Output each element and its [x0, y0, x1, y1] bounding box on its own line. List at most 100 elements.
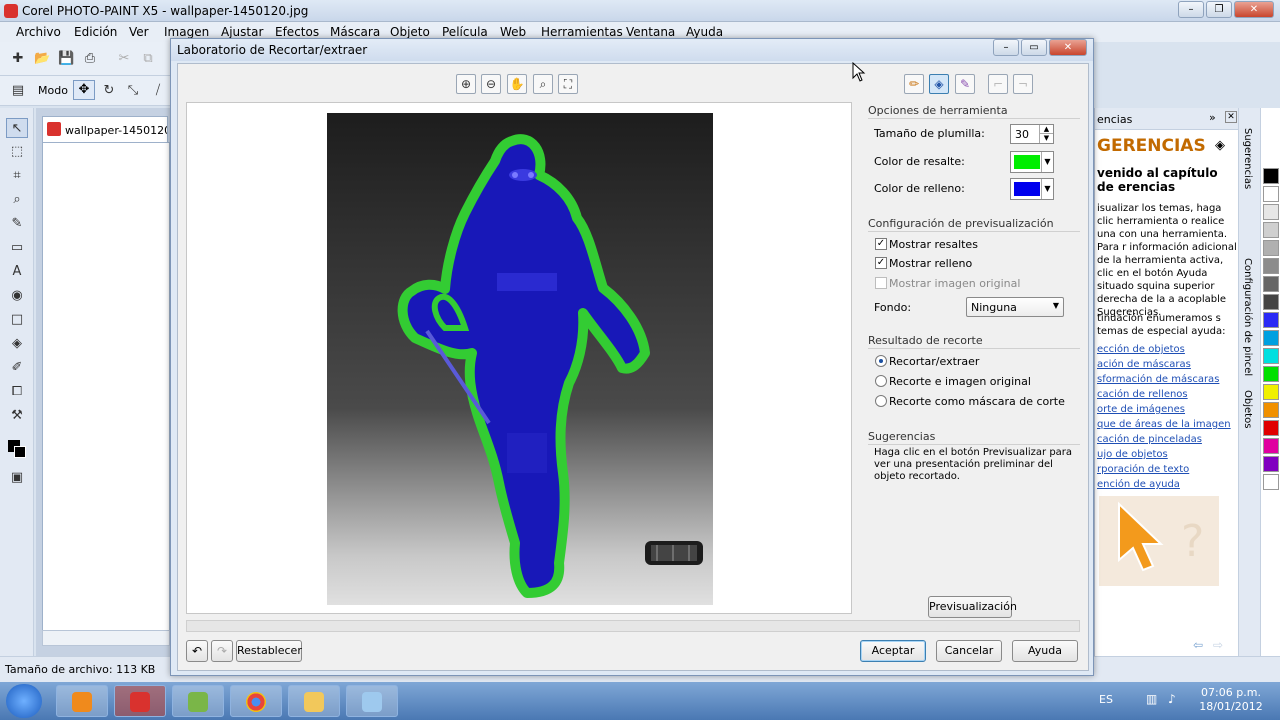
network-icon[interactable]: ▥ — [1146, 692, 1157, 706]
hints-link[interactable]: ección de objetos — [1097, 344, 1185, 355]
menu-mascara[interactable]: Máscara — [330, 25, 380, 39]
crop-extract-radio[interactable] — [875, 355, 887, 367]
red-eye-tool-icon[interactable]: ◉ — [6, 286, 28, 306]
fill-tool-icon[interactable]: ◈ — [6, 334, 28, 354]
preview-pane[interactable] — [186, 102, 852, 614]
text-tool-icon[interactable]: A — [6, 262, 28, 282]
document-tab[interactable]: wallpaper-1450120.jpg — [42, 116, 168, 142]
hints-link[interactable]: ujo de objetos — [1097, 449, 1168, 460]
spinner-down-icon[interactable]: ▼ — [1039, 134, 1053, 143]
tab-sugerencias[interactable]: Sugerencias — [1242, 128, 1253, 189]
eyedropper-tool-icon[interactable]: ✎ — [6, 214, 28, 234]
preview-button[interactable]: Previsualización — [928, 596, 1017, 618]
ok-button[interactable]: Aceptar — [860, 640, 926, 662]
palette-swatch[interactable] — [1263, 204, 1279, 220]
open-file-icon[interactable]: 📂 — [34, 51, 50, 67]
palette-swatch[interactable] — [1263, 438, 1279, 454]
palette-swatch[interactable] — [1263, 348, 1279, 364]
docker-close-icon[interactable]: ✕ — [1225, 111, 1237, 123]
eraser-tool-icon[interactable]: ▭ — [6, 238, 28, 258]
taskbar-corel-draw[interactable] — [172, 685, 224, 717]
effect-tool-icon[interactable]: ⧠ — [6, 382, 28, 402]
hints-link[interactable]: cación de rellenos — [1097, 389, 1188, 400]
back-arrow-icon[interactable]: ⇦ — [1193, 638, 1203, 652]
taskbar-chrome[interactable] — [230, 685, 282, 717]
dialog-minimize-button[interactable]: – — [993, 39, 1019, 56]
taskbar-photo-paint[interactable] — [114, 685, 166, 717]
rectangle-tool-icon[interactable]: □ — [6, 310, 28, 330]
menu-imagen[interactable]: Imagen — [164, 25, 209, 39]
menu-ver[interactable]: Ver — [129, 25, 149, 39]
palette-swatch[interactable] — [1263, 168, 1279, 184]
clock[interactable]: 07:06 p.m. 18/01/2012 — [1196, 686, 1266, 714]
color-swatches-icon[interactable] — [6, 438, 28, 458]
mask-rectangle-tool-icon[interactable]: ⬚ — [6, 142, 28, 162]
menu-ventana[interactable]: Ventana — [626, 25, 675, 39]
crop-and-original-radio[interactable] — [875, 375, 887, 387]
spinner-up-icon[interactable]: ▲ — [1039, 125, 1053, 134]
forward-arrow-icon[interactable]: ⇨ — [1213, 638, 1223, 652]
document-horizontal-scrollbar[interactable] — [42, 630, 170, 646]
help-button[interactable]: Ayuda — [1012, 640, 1078, 662]
save-icon[interactable]: 💾 — [58, 51, 74, 67]
palette-swatch[interactable] — [1263, 420, 1279, 436]
expand-arrows-icon[interactable]: » — [1209, 111, 1216, 124]
document-canvas[interactable] — [42, 142, 170, 632]
zoom-in-icon[interactable]: ⊕ — [456, 74, 476, 94]
close-button[interactable]: ✕ — [1234, 1, 1274, 18]
language-indicator[interactable]: ES — [1099, 693, 1113, 706]
reset-button[interactable]: Restablecer — [236, 640, 302, 662]
menu-herramientas[interactable]: Herramientas — [541, 25, 623, 39]
show-highlights-checkbox[interactable]: ✓ — [875, 238, 887, 250]
background-select[interactable]: Ninguna ▼ — [966, 297, 1064, 317]
preview-horizontal-scrollbar[interactable] — [186, 620, 1080, 632]
detail-brush-add-icon[interactable]: ⌐ — [988, 74, 1008, 94]
minimize-button[interactable]: – — [1178, 1, 1204, 18]
clone-tool-icon[interactable]: ⚒ — [6, 406, 28, 426]
zoom-out-icon[interactable]: ⊖ — [481, 74, 501, 94]
hints-link[interactable]: ación de máscaras — [1097, 359, 1191, 370]
crop-tool-icon[interactable]: ⌗ — [6, 166, 28, 186]
rotate-icon[interactable]: ↻ — [101, 83, 117, 99]
cancel-button[interactable]: Cancelar — [936, 640, 1002, 662]
zoom-tool-icon[interactable]: ⌕ — [6, 190, 28, 210]
palette-swatch[interactable] — [1263, 312, 1279, 328]
highlighter-tool-icon[interactable]: ✏ — [904, 74, 924, 94]
menu-efectos[interactable]: Efectos — [275, 25, 319, 39]
zoom-actual-size-icon[interactable]: ⌕ — [533, 74, 553, 94]
palette-swatch[interactable] — [1263, 240, 1279, 256]
eraser-tool-icon[interactable]: ✎ — [955, 74, 975, 94]
cut-icon[interactable]: ✂ — [116, 51, 132, 67]
scale-icon[interactable]: ⤡ — [125, 83, 141, 99]
pen-size-spinner[interactable]: 30 ▲ ▼ — [1010, 124, 1054, 144]
palette-swatch[interactable] — [1263, 366, 1279, 382]
palette-swatch[interactable] — [1263, 474, 1279, 490]
menu-archivo[interactable]: Archivo — [16, 25, 61, 39]
copy-icon[interactable]: ⧉ — [140, 51, 156, 67]
palette-swatch[interactable] — [1263, 330, 1279, 346]
new-file-icon[interactable]: ✚ — [10, 51, 26, 67]
restore-button[interactable]: ❐ — [1206, 1, 1232, 18]
palette-swatch[interactable] — [1263, 276, 1279, 292]
taskbar-explorer[interactable] — [288, 685, 340, 717]
menu-ajustar[interactable]: Ajustar — [221, 25, 263, 39]
zoom-fit-icon[interactable]: ⛶ — [558, 74, 578, 94]
pick-tool-icon[interactable]: ↖ — [6, 118, 28, 138]
menu-objeto[interactable]: Objeto — [390, 25, 430, 39]
dialog-close-button[interactable]: ✕ — [1049, 39, 1087, 56]
taskbar-media-player[interactable] — [56, 685, 108, 717]
palette-swatch[interactable] — [1263, 222, 1279, 238]
palette-swatch[interactable] — [1263, 258, 1279, 274]
print-icon[interactable]: ⎙ — [82, 51, 98, 67]
taskbar-window[interactable] — [346, 685, 398, 717]
palette-swatch[interactable] — [1263, 186, 1279, 202]
redo-icon[interactable]: ↷ — [211, 640, 233, 662]
undo-icon[interactable]: ↶ — [186, 640, 208, 662]
hints-link[interactable]: sformación de máscaras — [1097, 374, 1219, 385]
menu-edicion[interactable]: Edición — [74, 25, 117, 39]
menu-ayuda[interactable]: Ayuda — [686, 25, 723, 39]
palette-swatch[interactable] — [1263, 384, 1279, 400]
hints-link[interactable]: cación de pinceladas — [1097, 434, 1202, 445]
tab-configuracion-pincel[interactable]: Configuración de pincel — [1242, 258, 1253, 376]
hints-help-icon[interactable]: ◈ — [1215, 138, 1225, 153]
